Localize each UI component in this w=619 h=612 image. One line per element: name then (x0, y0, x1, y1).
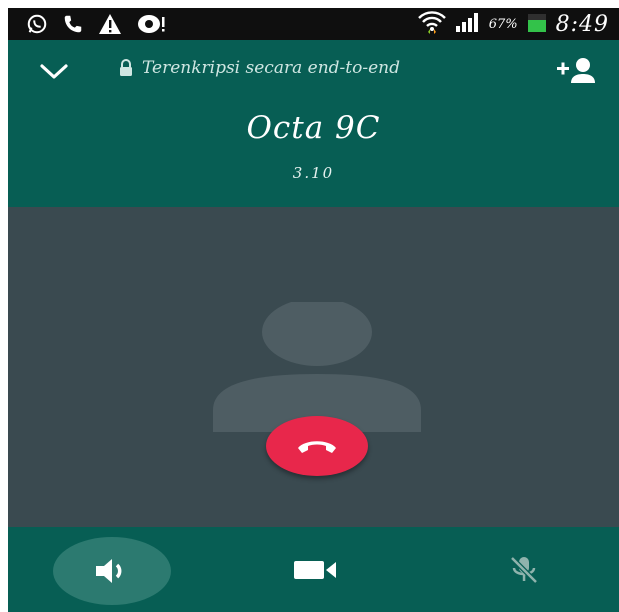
speaker-icon (96, 559, 122, 583)
mute-button[interactable] (496, 547, 552, 593)
end-call-button[interactable] (266, 416, 368, 476)
wifi-icon (417, 10, 447, 38)
default-avatar-icon (213, 302, 421, 432)
whatsapp-icon (26, 13, 48, 39)
hang-up-icon (298, 441, 336, 453)
contact-name: Octa 9C (246, 110, 381, 146)
battery-percent: 67% (488, 16, 518, 32)
warning-icon (98, 13, 122, 39)
encryption-text: Terenkripsi secara end-to-end (142, 58, 400, 78)
battery-icon (526, 11, 548, 37)
encryption-notice: Terenkripsi secara end-to-end (118, 58, 400, 78)
chevron-down-icon (40, 64, 68, 79)
collapse-call-button[interactable] (38, 60, 70, 84)
lock-icon (120, 59, 132, 76)
call-controls (8, 527, 619, 612)
video-call-button[interactable] (288, 547, 344, 593)
status-left-icons (26, 13, 166, 39)
status-time: 8:49 (555, 11, 609, 37)
add-person-icon (557, 58, 595, 83)
status-bar: 67% 8:49 (8, 8, 619, 40)
call-header: Terenkripsi secara end-to-end Octa 9C 3.… (8, 40, 619, 207)
status-right-icons: 67% 8:49 (417, 10, 609, 38)
video-icon (294, 561, 336, 579)
speaker-button[interactable] (53, 537, 171, 605)
signal-icon (455, 12, 481, 36)
call-duration: 3.10 (292, 164, 335, 182)
add-participant-button[interactable] (555, 56, 601, 86)
mute-mic-icon (510, 556, 538, 584)
call-body (8, 207, 619, 527)
phone-icon (62, 13, 84, 39)
camera-notification-icon (136, 13, 166, 39)
call-screen: 67% 8:49 Terenkripsi secara end-to-end O… (8, 8, 619, 612)
